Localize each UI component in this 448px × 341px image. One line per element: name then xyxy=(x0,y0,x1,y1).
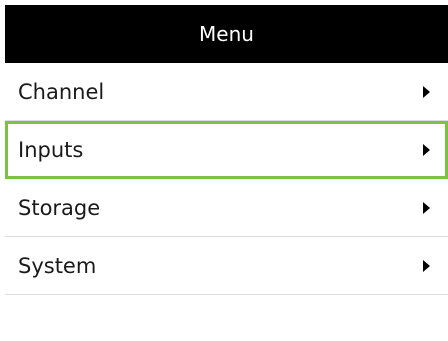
chevron-right-icon xyxy=(423,259,430,272)
menu-item-label: Inputs xyxy=(18,138,84,162)
menu-item-channel[interactable]: Channel xyxy=(5,63,448,121)
menu-item-storage[interactable]: Storage xyxy=(5,179,448,237)
menu-item-inputs[interactable]: Inputs xyxy=(5,121,448,179)
menu-list: Channel Inputs Storage System xyxy=(5,63,448,295)
chevron-right-icon xyxy=(423,144,430,156)
menu-screen: Menu Channel Inputs Storage System xyxy=(0,0,448,341)
menu-item-system[interactable]: System xyxy=(5,237,448,295)
chevron-right-icon xyxy=(423,85,430,98)
menu-title: Menu xyxy=(199,22,254,46)
menu-item-label: System xyxy=(18,253,97,278)
menu-item-label: Storage xyxy=(18,195,101,220)
chevron-right-icon xyxy=(423,201,430,214)
menu-header: Menu xyxy=(5,5,448,63)
menu-item-label: Channel xyxy=(18,79,105,104)
